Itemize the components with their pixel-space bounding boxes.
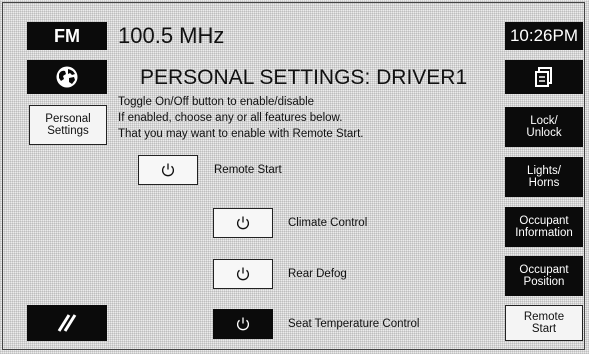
screen-frame	[2, 2, 585, 350]
occupant-information-line2: Information	[515, 227, 573, 239]
lights-horns-line1: Lights/	[527, 165, 561, 177]
power-icon	[235, 215, 251, 231]
power-icon	[235, 316, 251, 332]
clock-display: 10:26PM	[505, 22, 583, 50]
personal-settings-line1: Personal	[45, 113, 91, 125]
rear-defog-label: Rear Defog	[288, 268, 347, 280]
occupant-position-button[interactable]: Occupant Position	[505, 256, 583, 296]
stripes-icon	[54, 312, 80, 334]
document-button[interactable]	[505, 60, 583, 94]
lock-unlock-line1: Lock/	[530, 115, 558, 127]
page-title: PERSONAL SETTINGS: DRIVER1	[140, 66, 468, 89]
personal-settings-line2: Settings	[47, 125, 89, 137]
remote-start-line1: Remote	[523, 311, 565, 323]
personal-settings-button[interactable]: Personal Settings	[29, 105, 107, 145]
instruction-line-2: If enabled, choose any or all features b…	[118, 112, 343, 124]
tools-button[interactable]	[27, 305, 107, 341]
clock-label: 10:26PM	[509, 26, 579, 45]
seat-temperature-toggle[interactable]	[213, 309, 273, 339]
power-icon	[160, 162, 176, 178]
fm-band-button[interactable]: FM	[27, 22, 107, 50]
fm-band-label: FM	[54, 25, 80, 46]
power-icon	[235, 266, 251, 282]
remote-start-button[interactable]: Remote Start	[505, 305, 583, 341]
lock-unlock-button[interactable]: Lock/ Unlock	[505, 107, 583, 147]
climate-control-label: Climate Control	[288, 217, 368, 229]
lights-horns-button[interactable]: Lights/ Horns	[505, 157, 583, 197]
globe-icon	[55, 65, 79, 89]
occupant-information-button[interactable]: Occupant Information	[505, 207, 583, 247]
remote-start-label: Remote Start	[214, 164, 282, 176]
seat-temperature-label: Seat Temperature Control	[288, 318, 420, 330]
lock-unlock-line2: Unlock	[526, 127, 562, 139]
remote-start-toggle[interactable]	[138, 155, 198, 185]
occupant-position-line1: Occupant	[519, 264, 569, 276]
instruction-line-1: Toggle On/Off button to enable/disable	[118, 96, 315, 108]
frequency-display: 100.5 MHz	[118, 23, 225, 48]
rear-defog-toggle[interactable]	[213, 259, 273, 289]
occupant-position-line2: Position	[523, 276, 565, 288]
document-icon	[533, 66, 555, 88]
occupant-information-line1: Occupant	[519, 215, 569, 227]
instructions: Toggle On/Off button to enable/disable I…	[118, 94, 498, 142]
instruction-line-3: That you may want to enable with Remote …	[118, 128, 364, 140]
climate-control-toggle[interactable]	[213, 208, 273, 238]
lights-horns-line2: Horns	[528, 177, 560, 189]
remote-start-line2: Start	[531, 323, 557, 335]
home-button[interactable]	[27, 60, 107, 94]
